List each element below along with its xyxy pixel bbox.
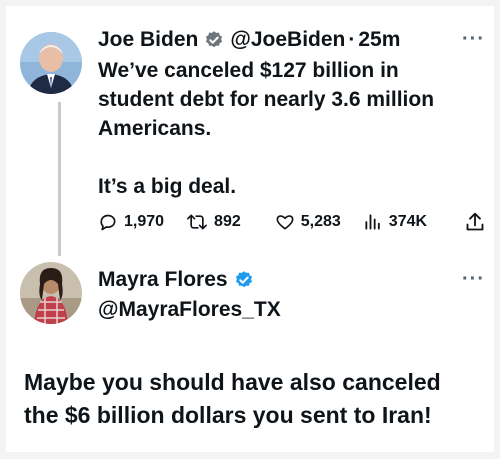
tweet2-author-handle[interactable]: @MayraFlores_TX (98, 298, 281, 322)
tweet2-author-name[interactable]: Mayra Flores (98, 268, 228, 292)
tweet1-author-name[interactable]: Joe Biden (98, 28, 198, 52)
tweet1-author-handle[interactable]: @JoeBiden (230, 28, 345, 52)
verified-badge-icon (234, 270, 254, 290)
tweet1-separator: · (348, 28, 356, 51)
tweet2-handle-line: @MayraFlores_TX (98, 298, 281, 322)
reply-button[interactable]: 1,970 (98, 212, 164, 232)
retweet-count: 892 (214, 213, 241, 230)
tweet1-action-bar: 1,970 892 5,283 374K (98, 208, 490, 236)
retweet-icon (187, 214, 208, 230)
share-icon (466, 212, 484, 231)
view-count: 374K (388, 213, 428, 230)
tweet2-header: Mayra Flores (98, 268, 260, 292)
retweet-button[interactable]: 892 (186, 212, 241, 232)
verified-badge-icon (204, 30, 224, 50)
reply-icon (100, 214, 116, 231)
reply-count: 1,970 (124, 213, 165, 230)
tweet1-timestamp[interactable]: 25m (358, 28, 400, 52)
share-button[interactable] (465, 211, 491, 233)
tweet1-header: Joe Biden @JoeBiden · 25m (98, 28, 400, 52)
views-icon (365, 214, 380, 230)
like-icon (276, 215, 294, 230)
views-button[interactable]: 374K (363, 212, 427, 232)
more-horizontal-icon[interactable]: ··· (462, 268, 485, 291)
thread-connector-line (58, 102, 61, 256)
like-button[interactable]: 5,283 (275, 212, 341, 232)
tweet-thread-card: Joe Biden @JoeBiden · 25m ··· We’ve canc… (6, 6, 494, 452)
mayra-flores-avatar[interactable] (20, 262, 82, 324)
tweet2-body: Maybe you should have also canceled the … (24, 369, 441, 428)
like-count: 5,283 (300, 213, 341, 230)
tweet1-body: We’ve canceled $127 billion in student d… (98, 59, 435, 198)
joe-biden-avatar[interactable] (20, 32, 82, 94)
more-horizontal-icon[interactable]: ··· (462, 28, 485, 51)
